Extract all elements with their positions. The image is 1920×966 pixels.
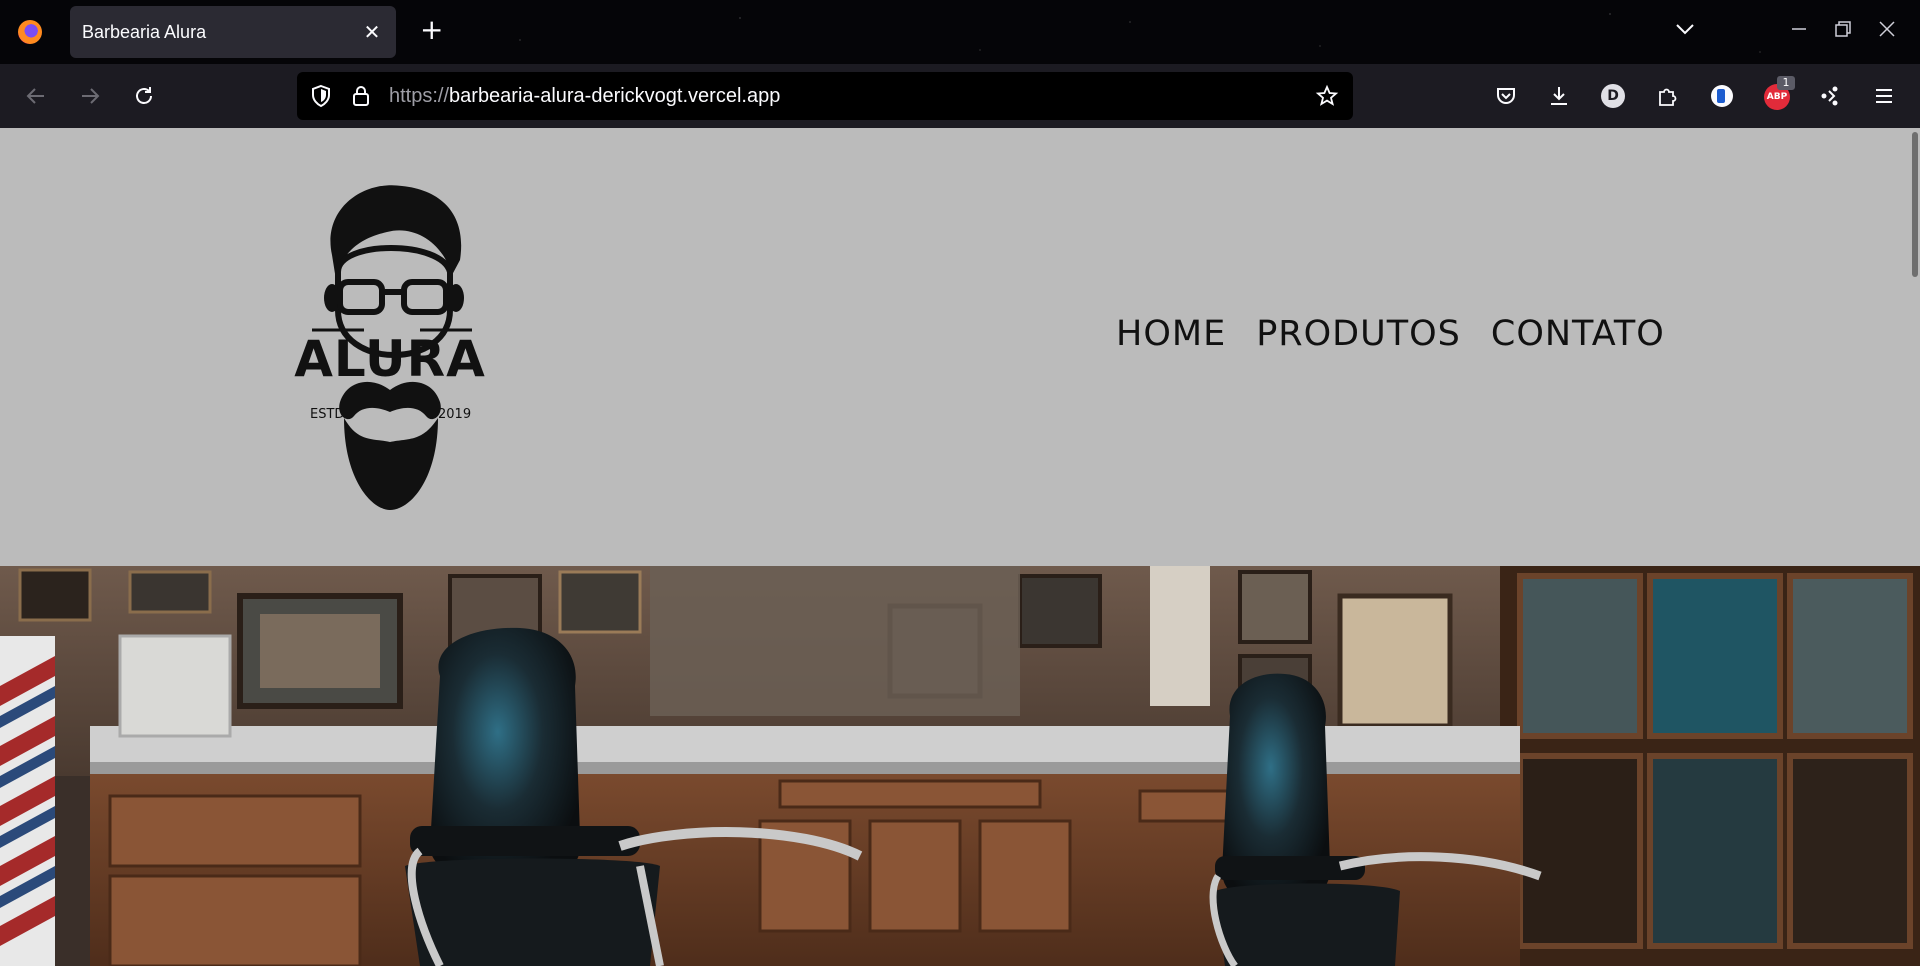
tab-title: Barbearia Alura bbox=[82, 21, 207, 42]
hero-banner-image bbox=[0, 566, 1920, 966]
extension-badge: 1 bbox=[1777, 76, 1795, 90]
restore-icon[interactable] bbox=[1832, 18, 1854, 40]
account-initial: D bbox=[1601, 84, 1625, 108]
alura-logo[interactable]: ALURA ESTD 2019 bbox=[292, 180, 488, 510]
logo-year: 2019 bbox=[438, 407, 471, 422]
shield-icon[interactable] bbox=[309, 84, 333, 108]
url-host: barbearia-alura-derickvogt.vercel.app bbox=[449, 85, 781, 107]
main-menu: HOME PRODUTOS CONTATO bbox=[1116, 314, 1665, 354]
url-bar[interactable]: https://barbearia-alura-derickvogt.verce… bbox=[297, 72, 1353, 120]
logo-name: ALURA bbox=[294, 330, 486, 388]
arrow-right-icon[interactable] bbox=[78, 84, 102, 108]
hamburger-icon[interactable] bbox=[1872, 84, 1896, 108]
page-scrollbar[interactable] bbox=[1912, 132, 1918, 277]
arrow-left-icon[interactable] bbox=[24, 84, 48, 108]
reload-icon[interactable] bbox=[132, 84, 156, 108]
url-scheme: https:// bbox=[389, 85, 450, 107]
browser-tab[interactable]: Barbearia Alura ✕ bbox=[70, 6, 396, 58]
star-icon[interactable] bbox=[1315, 84, 1339, 108]
menu-link-home[interactable]: HOME bbox=[1116, 314, 1226, 354]
browser-toolbar: https://barbearia-alura-derickvogt.verce… bbox=[0, 64, 1920, 128]
site-header: ALURA ESTD 2019 HOME PRODUTOS CONTATO bbox=[0, 128, 1920, 566]
barbershop-photo bbox=[0, 566, 1920, 966]
account-icon[interactable]: D bbox=[1601, 84, 1625, 108]
share-icon[interactable] bbox=[1818, 84, 1842, 108]
web-page: ALURA ESTD 2019 HOME PRODUTOS CONTATO bbox=[0, 128, 1920, 966]
pocket-icon[interactable] bbox=[1494, 84, 1518, 108]
puzzle-icon[interactable] bbox=[1655, 84, 1679, 108]
chevron-down-icon[interactable] bbox=[1674, 18, 1696, 40]
menu-link-produtos[interactable]: PRODUTOS bbox=[1256, 314, 1461, 354]
bitwarden-icon[interactable] bbox=[1710, 84, 1734, 108]
download-icon[interactable] bbox=[1547, 84, 1571, 108]
firefox-icon[interactable] bbox=[18, 20, 42, 44]
close-icon[interactable] bbox=[1876, 18, 1898, 40]
plus-icon[interactable]: + bbox=[420, 16, 443, 44]
minimize-icon[interactable] bbox=[1788, 18, 1810, 40]
logo-estd: ESTD bbox=[310, 407, 344, 422]
tab-close-icon[interactable]: ✕ bbox=[360, 20, 384, 44]
menu-link-contato[interactable]: CONTATO bbox=[1491, 314, 1665, 354]
url-text[interactable]: https://barbearia-alura-derickvogt.verce… bbox=[389, 85, 780, 108]
lock-icon[interactable] bbox=[349, 84, 373, 108]
browser-titlebar: Barbearia Alura ✕ + bbox=[0, 0, 1920, 64]
